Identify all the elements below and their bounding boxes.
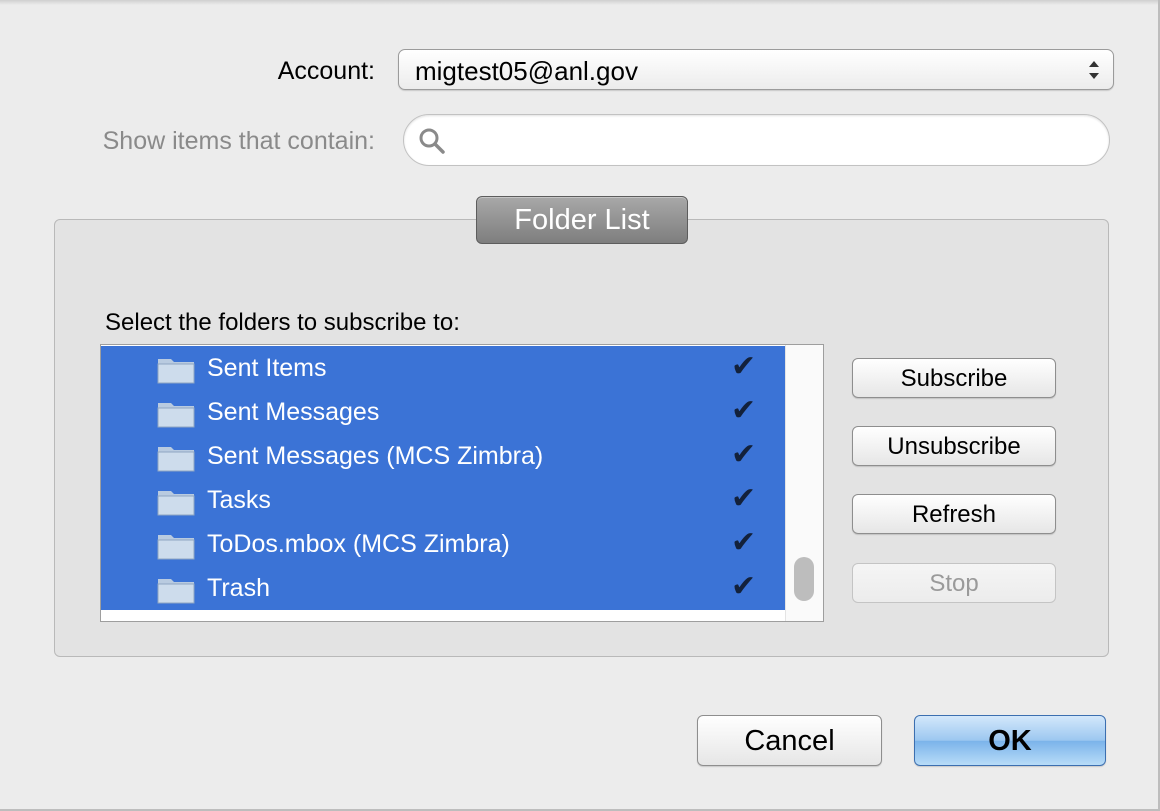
folder-icon xyxy=(157,579,195,604)
folder-row[interactable]: Sent Messages (MCS Zimbra) ✔ xyxy=(101,434,785,478)
folder-row[interactable]: ToDos.mbox (MCS Zimbra) ✔ xyxy=(101,522,785,566)
folder-row-partial[interactable] xyxy=(101,610,785,622)
subscribe-button[interactable]: Subscribe xyxy=(852,358,1056,398)
folder-list-tab: Folder List xyxy=(476,196,688,244)
folder-row[interactable]: Trash ✔ xyxy=(101,566,785,610)
subscribed-check-icon: ✔ xyxy=(731,570,757,603)
subscribed-check-icon: ✔ xyxy=(731,438,757,471)
folder-icon xyxy=(157,447,195,472)
subscribed-check-icon: ✔ xyxy=(731,526,757,559)
folder-row[interactable]: Sent Items ✔ xyxy=(101,346,785,390)
folder-name: Tasks xyxy=(207,486,271,514)
account-value: migtest05@anl.gov xyxy=(415,56,638,86)
folder-row[interactable]: Tasks ✔ xyxy=(101,478,785,522)
folder-icon xyxy=(157,359,195,384)
folder-name: Sent Messages (MCS Zimbra) xyxy=(207,442,544,470)
folder-list[interactable]: Sent Items ✔ Sent Messages ✔ Sent Messag… xyxy=(100,344,824,622)
instruction-text: Select the folders to subscribe to: xyxy=(105,309,460,336)
subscribed-check-icon: ✔ xyxy=(731,394,757,427)
filter-label: Show items that contain: xyxy=(102,127,375,155)
window-top-edge xyxy=(0,0,1160,5)
filter-search-field[interactable] xyxy=(403,114,1110,166)
folder-name: Sent Items xyxy=(207,354,327,382)
account-label: Account: xyxy=(277,57,375,85)
folder-icon xyxy=(157,619,195,622)
folder-name: Trash xyxy=(207,574,270,602)
folder-icon xyxy=(157,403,195,428)
filter-input[interactable] xyxy=(450,123,1094,159)
account-popup[interactable]: migtest05@anl.gov xyxy=(398,49,1114,90)
folder-icon xyxy=(157,491,195,516)
folder-name: Sent Messages xyxy=(207,398,380,426)
folder-name: ToDos.mbox (MCS Zimbra) xyxy=(207,530,510,558)
subscribed-check-icon: ✔ xyxy=(731,350,757,383)
unsubscribe-button[interactable]: Unsubscribe xyxy=(852,426,1056,466)
list-scrollbar-thumb[interactable] xyxy=(794,557,814,601)
folder-row[interactable]: Sent Messages ✔ xyxy=(101,390,785,434)
folder-icon xyxy=(157,535,195,560)
subscribed-check-icon: ✔ xyxy=(731,482,757,515)
ok-button[interactable]: OK xyxy=(914,715,1106,766)
refresh-button[interactable]: Refresh xyxy=(852,494,1056,534)
cancel-button[interactable]: Cancel xyxy=(697,715,882,766)
updown-arrows-icon xyxy=(1089,61,1099,79)
stop-button[interactable]: Stop xyxy=(852,563,1056,603)
search-icon xyxy=(419,128,445,154)
